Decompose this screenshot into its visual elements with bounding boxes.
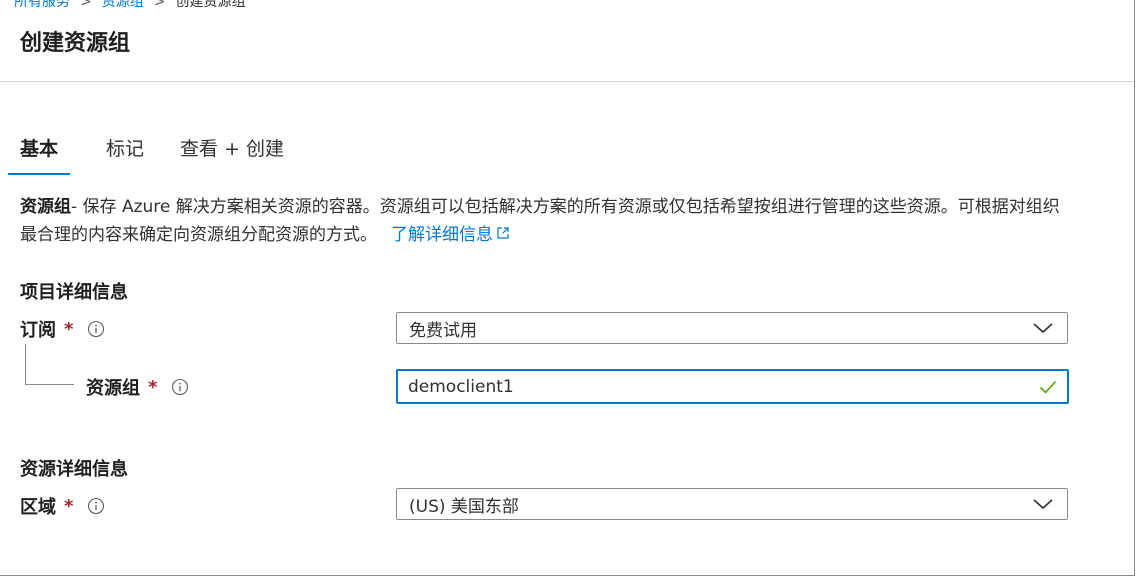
resource-group-label-text: 资源组 <box>86 378 140 399</box>
required-marker: * <box>64 495 74 517</box>
breadcrumb-current: 创建资源组 <box>175 0 246 10</box>
region-value: (US) 美国东部 <box>409 496 519 517</box>
resource-group-field[interactable] <box>396 369 1069 404</box>
external-link-icon <box>497 221 509 248</box>
required-marker: * <box>148 376 158 398</box>
tab-basics[interactable]: 基本 <box>8 135 71 175</box>
info-icon[interactable] <box>87 320 105 338</box>
region-label: 区域 * <box>20 493 105 519</box>
subscription-value: 免费试用 <box>409 320 477 341</box>
breadcrumb-separator: > <box>153 0 166 10</box>
info-icon[interactable] <box>87 497 105 515</box>
chevron-down-icon <box>1031 320 1055 336</box>
breadcrumb: 所有服务 > 资源组 > 创建资源组 <box>14 0 245 11</box>
tab-bar: 基本 标记 查看 + 创建 <box>8 135 320 175</box>
tree-connector <box>25 344 74 385</box>
resource-group-input[interactable] <box>398 375 1039 398</box>
title-divider <box>0 81 1134 82</box>
checkmark-icon <box>1039 380 1057 394</box>
info-icon[interactable] <box>171 378 189 396</box>
description-term: 资源组 <box>20 197 71 217</box>
tab-review-create[interactable]: 查看 + 创建 <box>180 135 284 175</box>
project-details-heading: 项目详细信息 <box>20 282 128 303</box>
description-text: - 保存 Azure 解决方案相关资源的容器。资源组可以包括解决方案的所有资源或… <box>20 197 1060 245</box>
page-title: 创建资源组 <box>20 31 131 56</box>
region-dropdown[interactable]: (US) 美国东部 <box>396 488 1068 520</box>
description: 资源组- 保存 Azure 解决方案相关资源的容器。资源组可以包括解决方案的所有… <box>20 194 1060 249</box>
resource-group-label: 资源组 * <box>86 374 189 400</box>
subscription-label: 订阅 * <box>20 316 105 342</box>
subscription-dropdown[interactable]: 免费试用 <box>396 312 1068 344</box>
subscription-label-text: 订阅 <box>20 320 56 341</box>
breadcrumb-all-services[interactable]: 所有服务 <box>14 0 70 10</box>
required-marker: * <box>64 318 74 340</box>
chevron-down-icon <box>1031 496 1055 512</box>
breadcrumb-separator: > <box>80 0 92 10</box>
learn-more-link[interactable]: 了解详细信息 <box>391 225 509 245</box>
learn-more-label: 了解详细信息 <box>391 225 493 245</box>
resource-details-heading: 资源详细信息 <box>20 459 128 480</box>
tab-tags[interactable]: 标记 <box>106 135 144 175</box>
region-label-text: 区域 <box>20 497 56 518</box>
breadcrumb-resource-groups[interactable]: 资源组 <box>102 0 144 10</box>
